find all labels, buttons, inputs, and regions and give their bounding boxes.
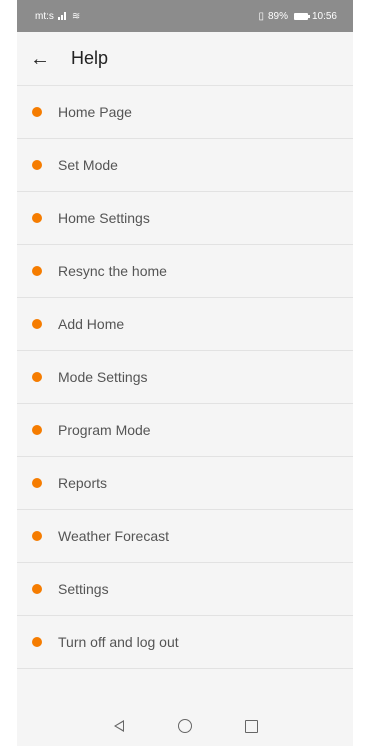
help-list: Home Page Set Mode Home Settings Resync …: [17, 86, 353, 669]
battery-icon: [293, 12, 310, 20]
bullet-icon: [32, 213, 42, 223]
bullet-icon: [32, 584, 42, 594]
help-item-label: Home Page: [58, 104, 132, 120]
help-item-label: Weather Forecast: [58, 528, 170, 544]
back-button[interactable]: ←: [17, 32, 63, 86]
vibrate-icon: ▯: [258, 10, 264, 22]
help-item-label: Settings: [58, 581, 109, 597]
help-item-label: Resync the home: [58, 263, 167, 279]
help-item-home-settings[interactable]: Home Settings: [17, 192, 353, 245]
phone-screen: mt:s ≋ ▯ 89% 10:56 ← Help Home Page Set …: [17, 0, 353, 746]
status-right: ▯ 89% 10:56: [258, 11, 337, 22]
help-item-resync-home[interactable]: Resync the home: [17, 245, 353, 298]
arrow-left-icon: ←: [30, 47, 50, 70]
square-recents-icon: [244, 719, 258, 733]
app-bar: ← Help: [17, 32, 353, 86]
page-title: Help: [71, 48, 109, 68]
help-item-label: Turn off and log out: [58, 634, 179, 650]
bullet-icon: [32, 637, 42, 647]
triangle-back-icon: [114, 720, 124, 732]
nav-home-button[interactable]: [174, 715, 196, 737]
help-item-label: Set Mode: [58, 157, 118, 173]
help-item-home-page[interactable]: Home Page: [17, 86, 353, 139]
help-item-add-home[interactable]: Add Home: [17, 298, 353, 351]
circle-home-icon: [178, 719, 192, 733]
bullet-icon: [32, 425, 42, 435]
wifi-icon: ≋: [71, 10, 81, 22]
bullet-icon: [32, 319, 42, 329]
help-item-turn-off-log-out[interactable]: Turn off and log out: [17, 616, 353, 669]
bullet-icon: [32, 531, 42, 541]
status-left: mt:s ≋: [35, 11, 80, 22]
help-item-label: Add Home: [58, 316, 125, 332]
system-nav-bar: [17, 706, 353, 746]
help-item-set-mode[interactable]: Set Mode: [17, 139, 353, 192]
bullet-icon: [32, 160, 42, 170]
help-item-reports[interactable]: Reports: [17, 457, 353, 510]
help-item-program-mode[interactable]: Program Mode: [17, 404, 353, 457]
bullet-icon: [32, 372, 42, 382]
bullet-icon: [32, 107, 42, 117]
bullet-icon: [32, 478, 42, 488]
carrier-label: mt:s: [35, 10, 54, 22]
nav-recents-button[interactable]: [240, 715, 262, 737]
status-time: 10:56: [311, 10, 337, 22]
nav-back-button[interactable]: [108, 715, 130, 737]
signal-icon: [57, 12, 68, 20]
help-item-label: Reports: [58, 475, 108, 491]
help-item-mode-settings[interactable]: Mode Settings: [17, 351, 353, 404]
help-item-label: Home Settings: [58, 210, 150, 226]
status-bar: mt:s ≋ ▯ 89% 10:56: [17, 0, 353, 32]
bullet-icon: [32, 266, 42, 276]
battery-percent: 89%: [267, 10, 288, 22]
help-item-label: Program Mode: [58, 422, 151, 438]
help-item-settings[interactable]: Settings: [17, 563, 353, 616]
help-item-label: Mode Settings: [58, 369, 148, 385]
help-item-weather-forecast[interactable]: Weather Forecast: [17, 510, 353, 563]
